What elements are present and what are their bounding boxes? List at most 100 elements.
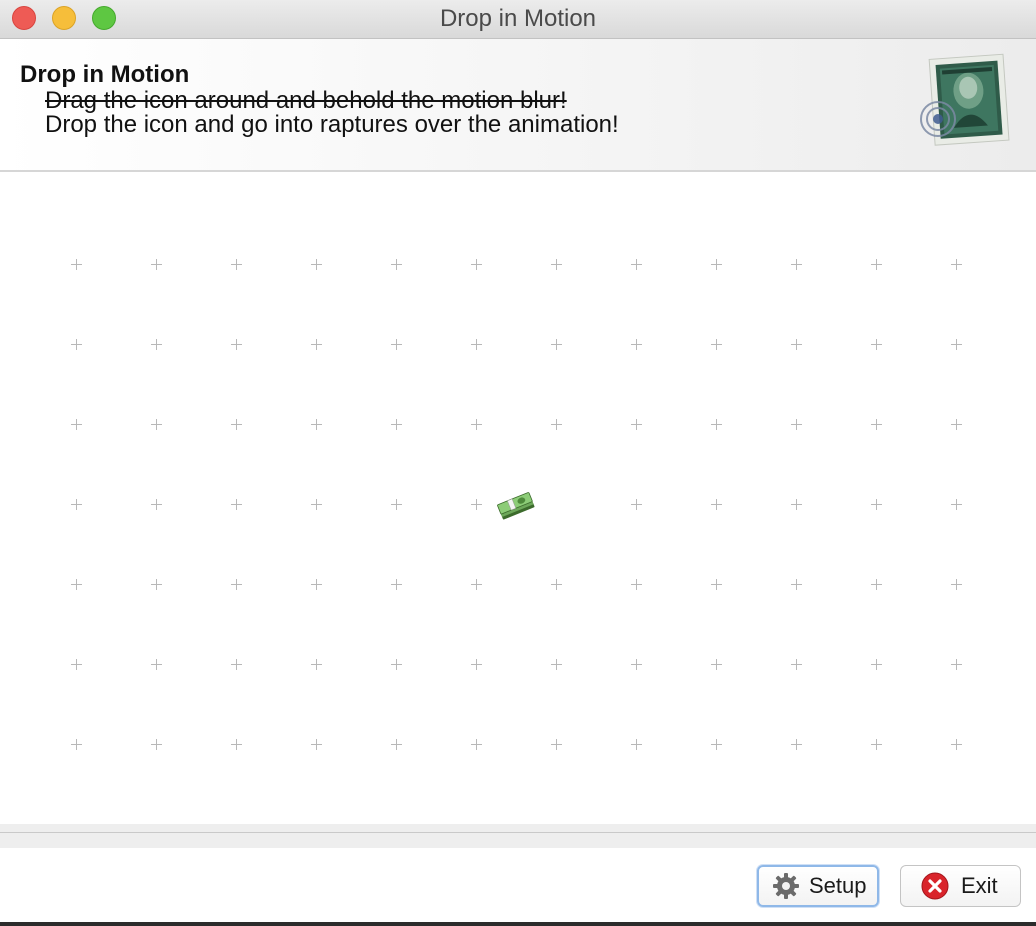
grid-marker xyxy=(391,739,403,751)
grid-marker xyxy=(231,659,243,671)
grid-marker xyxy=(231,259,243,271)
grid-marker xyxy=(231,339,243,351)
grid-marker xyxy=(71,259,83,271)
grid-marker xyxy=(311,419,323,431)
grid-marker xyxy=(551,739,563,751)
grid-marker xyxy=(871,339,883,351)
grid-marker xyxy=(631,339,643,351)
header-instruction-drop: Drop the icon and go into raptures over … xyxy=(45,111,619,138)
grid-marker xyxy=(631,499,643,511)
grid-marker xyxy=(311,499,323,511)
grid-marker xyxy=(391,499,403,511)
grid-marker xyxy=(151,579,163,591)
grid-marker xyxy=(791,579,803,591)
grid-marker xyxy=(71,579,83,591)
title-bar[interactable]: Drop in Motion xyxy=(0,0,1036,39)
grid-marker xyxy=(631,579,643,591)
grid-marker xyxy=(391,659,403,671)
grid-marker xyxy=(71,339,83,351)
grid-marker xyxy=(311,339,323,351)
grid-marker xyxy=(471,579,483,591)
grid-marker xyxy=(311,259,323,271)
grid-marker xyxy=(151,499,163,511)
grid-marker xyxy=(791,339,803,351)
grid-marker xyxy=(551,339,563,351)
grid-marker xyxy=(711,339,723,351)
grid-marker xyxy=(311,659,323,671)
grid-marker xyxy=(631,419,643,431)
window-bottom-edge xyxy=(0,922,1036,926)
money-stack-icon[interactable] xyxy=(496,489,536,523)
header-title: Drop in Motion xyxy=(20,61,190,88)
grid-marker xyxy=(791,739,803,751)
grid-marker xyxy=(471,259,483,271)
exit-button[interactable]: Exit xyxy=(900,865,1021,907)
header-banner: Drop in Motion Drag the icon around and … xyxy=(0,39,1036,172)
grid-marker xyxy=(231,739,243,751)
grid-marker xyxy=(551,579,563,591)
grid-marker xyxy=(871,419,883,431)
grid-marker xyxy=(151,259,163,271)
grid-marker xyxy=(551,259,563,271)
grid-marker xyxy=(951,419,963,431)
grid-marker xyxy=(791,419,803,431)
grid-marker xyxy=(311,579,323,591)
grid-marker xyxy=(391,419,403,431)
grid-marker xyxy=(231,419,243,431)
grid-marker xyxy=(951,659,963,671)
grid-marker xyxy=(951,579,963,591)
grid-marker xyxy=(151,339,163,351)
grid-marker xyxy=(631,659,643,671)
grid-marker xyxy=(471,659,483,671)
grid-marker xyxy=(871,579,883,591)
footer-separator-line xyxy=(0,832,1036,833)
grid-marker xyxy=(711,259,723,271)
footer-bar: Setup Exit xyxy=(0,848,1036,926)
grid-marker xyxy=(391,579,403,591)
grid-marker xyxy=(231,579,243,591)
grid-marker xyxy=(151,739,163,751)
grid-marker xyxy=(711,579,723,591)
postage-stamp-icon xyxy=(920,53,1010,146)
grid-marker xyxy=(71,499,83,511)
grid-marker xyxy=(711,739,723,751)
grid-marker xyxy=(951,499,963,511)
grid-marker xyxy=(71,739,83,751)
grid-marker xyxy=(551,659,563,671)
grid-marker xyxy=(871,739,883,751)
grid-marker xyxy=(391,259,403,271)
grid-marker xyxy=(71,659,83,671)
grid-marker xyxy=(871,499,883,511)
grid-marker xyxy=(551,419,563,431)
grid-marker xyxy=(631,259,643,271)
footer-separator xyxy=(0,824,1036,848)
grid-marker xyxy=(471,739,483,751)
grid-marker xyxy=(471,419,483,431)
drop-canvas[interactable] xyxy=(0,184,1036,824)
app-window: Drop in Motion Drop in Motion Drag the i… xyxy=(0,0,1036,926)
grid-marker xyxy=(711,419,723,431)
grid-marker xyxy=(471,339,483,351)
grid-marker xyxy=(791,259,803,271)
setup-button[interactable]: Setup xyxy=(757,865,879,907)
grid-marker xyxy=(951,739,963,751)
grid-marker xyxy=(71,419,83,431)
window-title: Drop in Motion xyxy=(439,5,597,32)
grid-marker xyxy=(791,499,803,511)
grid-marker xyxy=(471,499,483,511)
grid-marker xyxy=(151,419,163,431)
grid-marker xyxy=(871,259,883,271)
setup-button-label: Setup xyxy=(809,873,867,898)
close-circle-icon xyxy=(921,872,949,900)
exit-button-label: Exit xyxy=(961,873,998,898)
grid-marker xyxy=(151,659,163,671)
grid-marker xyxy=(791,659,803,671)
grid-marker xyxy=(231,499,243,511)
grid-marker xyxy=(951,259,963,271)
grid-marker xyxy=(631,739,643,751)
grid-marker xyxy=(311,739,323,751)
grid-marker xyxy=(951,339,963,351)
grid-marker xyxy=(711,659,723,671)
grid-marker xyxy=(711,499,723,511)
grid-marker xyxy=(391,339,403,351)
